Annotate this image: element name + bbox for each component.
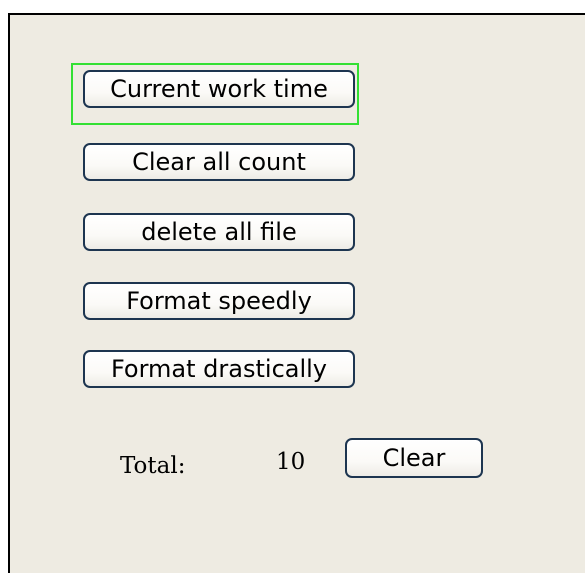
format-speedly-button[interactable]: Format speedly [83, 282, 355, 320]
clear-total-button[interactable]: Clear [345, 438, 483, 478]
format-drastically-button[interactable]: Format drastically [83, 350, 355, 388]
total-value: 10 [276, 449, 306, 475]
maintenance-panel: Current work time Clear all count delete… [8, 13, 585, 573]
current-work-time-button[interactable]: Current work time [83, 70, 355, 108]
delete-all-file-button[interactable]: delete all file [83, 213, 355, 251]
clear-all-count-button[interactable]: Clear all count [83, 143, 355, 181]
total-label: Total: [120, 453, 186, 479]
